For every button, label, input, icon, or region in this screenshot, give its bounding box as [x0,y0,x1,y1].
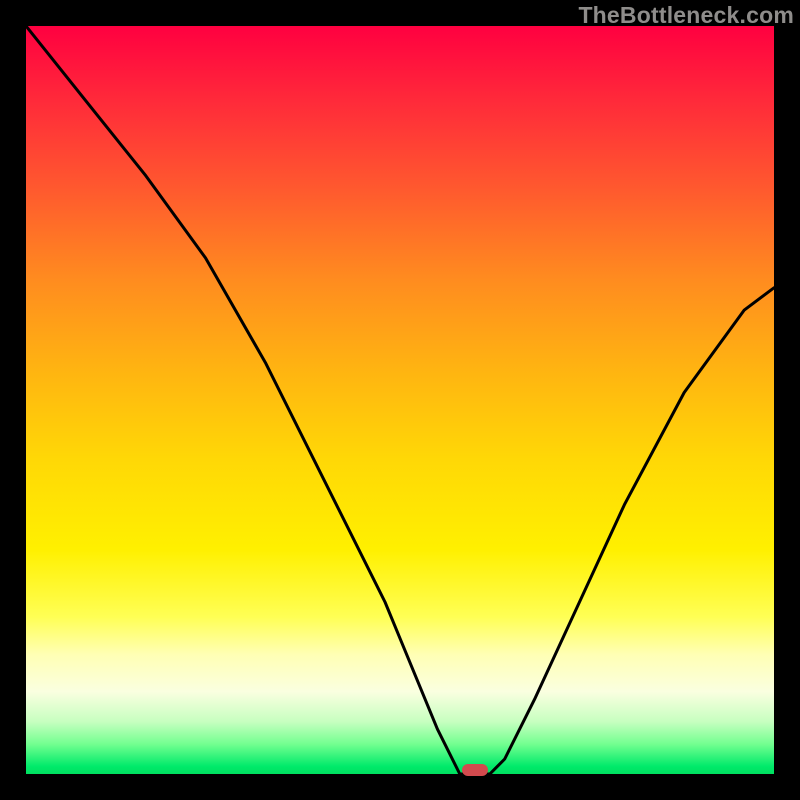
plot-area [26,26,774,774]
watermark-text: TheBottleneck.com [578,2,794,29]
optimal-marker [462,764,488,776]
bottleneck-curve [26,26,774,774]
chart-frame: TheBottleneck.com [0,0,800,800]
